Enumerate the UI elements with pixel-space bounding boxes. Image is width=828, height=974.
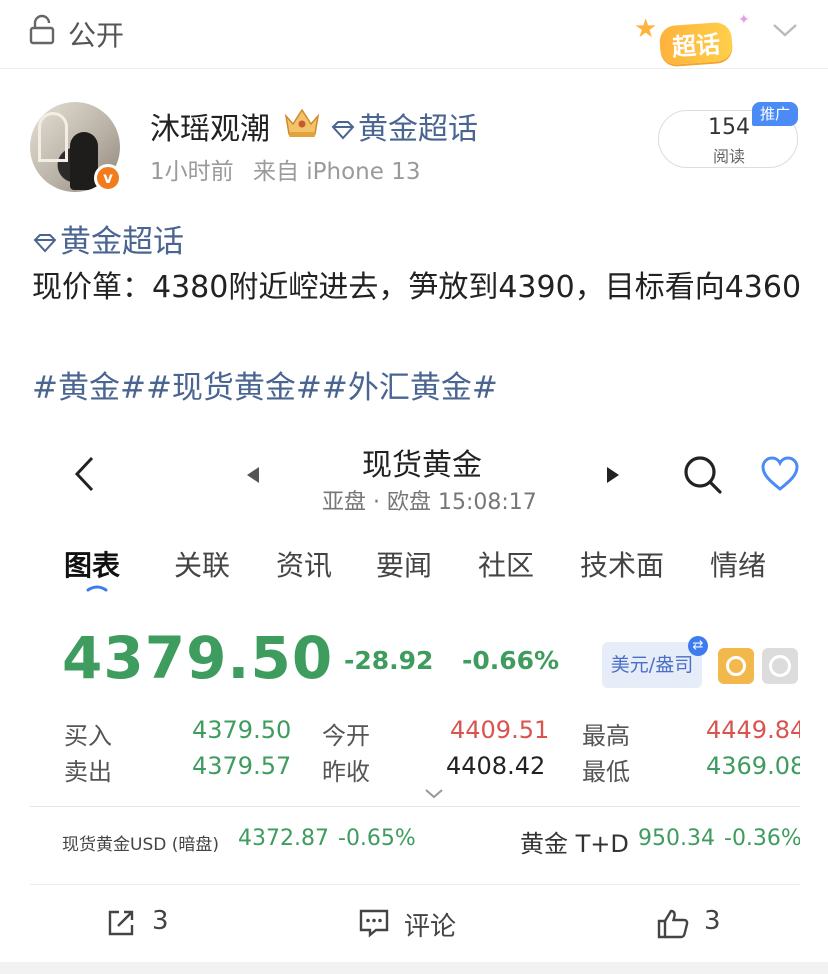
ticker2-name: 黄金 T+D (520, 830, 629, 858)
tab-chart: 图表 (64, 549, 121, 582)
prev-close-label: 昨收 (322, 758, 370, 786)
verified-badge: v (94, 164, 122, 192)
current-price: 4379.50 (62, 624, 334, 692)
divider (0, 68, 828, 69)
back-arrow-icon (74, 456, 94, 492)
sell-label: 卖出 (64, 758, 112, 786)
high-value: 4449.84 (706, 716, 800, 744)
swap-icon: ⇄ (688, 636, 708, 656)
price-change: -28.92 (344, 646, 434, 675)
low-label: 最低 (582, 758, 630, 786)
author-name[interactable]: 沐瑶观潮 (150, 104, 270, 148)
chevron-down-icon[interactable] (772, 22, 798, 38)
like-count: 3 (704, 906, 721, 936)
chaohua-badge-label: 超话 (658, 21, 734, 66)
search-icon (684, 456, 722, 494)
hashtags[interactable]: #黄金##现货黄金##外汇黄金# (32, 362, 498, 407)
open-value: 4409.51 (450, 716, 550, 744)
diamond-icon (33, 234, 57, 253)
tab-community: 社区 (478, 549, 535, 582)
post-meta: 1小时前 来自 iPhone 13 (150, 152, 420, 186)
embedded-subtitle: 亚盘 · 欧盘 15:08:17 (322, 490, 537, 515)
triangle-left-icon (247, 467, 259, 483)
tab-news: 要闻 (376, 549, 433, 582)
divider (30, 884, 800, 885)
diamond-icon (331, 121, 355, 140)
read-label: 阅读 (712, 147, 745, 166)
settings-icon (762, 648, 798, 684)
author-topic-link[interactable]: 黄金超话 (330, 104, 478, 148)
chevron-down-icon (425, 789, 443, 799)
like-icon (657, 909, 689, 939)
post-topic-label: 黄金超话 (60, 224, 184, 260)
post-text: 现价箪：4380附近崆进去，笋放到4390，目标看向4360 (32, 270, 802, 305)
low-value: 4369.08 (706, 752, 800, 780)
heart-icon (761, 456, 799, 491)
share-count: 3 (152, 906, 169, 936)
lock-icon (29, 14, 55, 45)
ticker-name: 现货黄金USD (暗盘) (62, 835, 219, 855)
comment-icon (359, 909, 389, 938)
post-time: 1小时前 (150, 159, 234, 185)
divider (30, 806, 800, 807)
tab-underline (86, 585, 108, 592)
ticker2-pct: -0.36% (724, 826, 800, 851)
triangle-right-icon (607, 467, 619, 483)
tab-related: 关联 (174, 549, 231, 582)
promo-tag[interactable]: 推广 (752, 102, 798, 126)
open-label: 今开 (322, 722, 370, 750)
ticker-pct: -0.65% (338, 826, 416, 851)
chart-mode-icon (718, 648, 754, 684)
sell-value: 4379.57 (192, 752, 292, 780)
post-topic-link[interactable]: 黄金超话 (32, 216, 184, 261)
price-change-pct: -0.66% (462, 646, 560, 675)
ticker2-value: 950.34 (638, 826, 715, 851)
feed-separator (0, 962, 828, 974)
privacy-label[interactable]: 公开 (68, 14, 124, 54)
like-button[interactable]: 3 (656, 904, 736, 944)
buy-label: 买入 (64, 722, 112, 750)
sparkle-icon: ✦ (738, 12, 750, 28)
author-topic-label: 黄金超话 (358, 112, 478, 147)
star-icon: ★ (634, 14, 658, 44)
ticker-value: 4372.87 (238, 826, 329, 851)
share-button[interactable]: 3 (106, 904, 186, 944)
crown-icon (284, 108, 320, 137)
tab-technical: 技术面 (580, 549, 665, 582)
tab-sentiment: 情绪 (710, 549, 767, 582)
avatar-arch (38, 112, 68, 162)
comment-button[interactable]: 评论 (358, 904, 478, 944)
embedded-title: 现货黄金 (362, 448, 482, 483)
buy-value: 4379.50 (192, 716, 292, 744)
unit-pill: 美元/盎司 (602, 642, 702, 688)
prev-close-value: 4408.42 (446, 752, 546, 780)
chaohua-badge[interactable]: ★ 超话 ✦ (634, 12, 750, 68)
tab-info: 资讯 (276, 549, 333, 582)
top-bar: 公开 ★ 超话 ✦ (0, 0, 828, 68)
comment-label: 评论 (404, 912, 457, 942)
post-source: 来自 iPhone 13 (252, 159, 421, 185)
share-icon (108, 910, 134, 936)
high-label: 最高 (582, 722, 630, 750)
